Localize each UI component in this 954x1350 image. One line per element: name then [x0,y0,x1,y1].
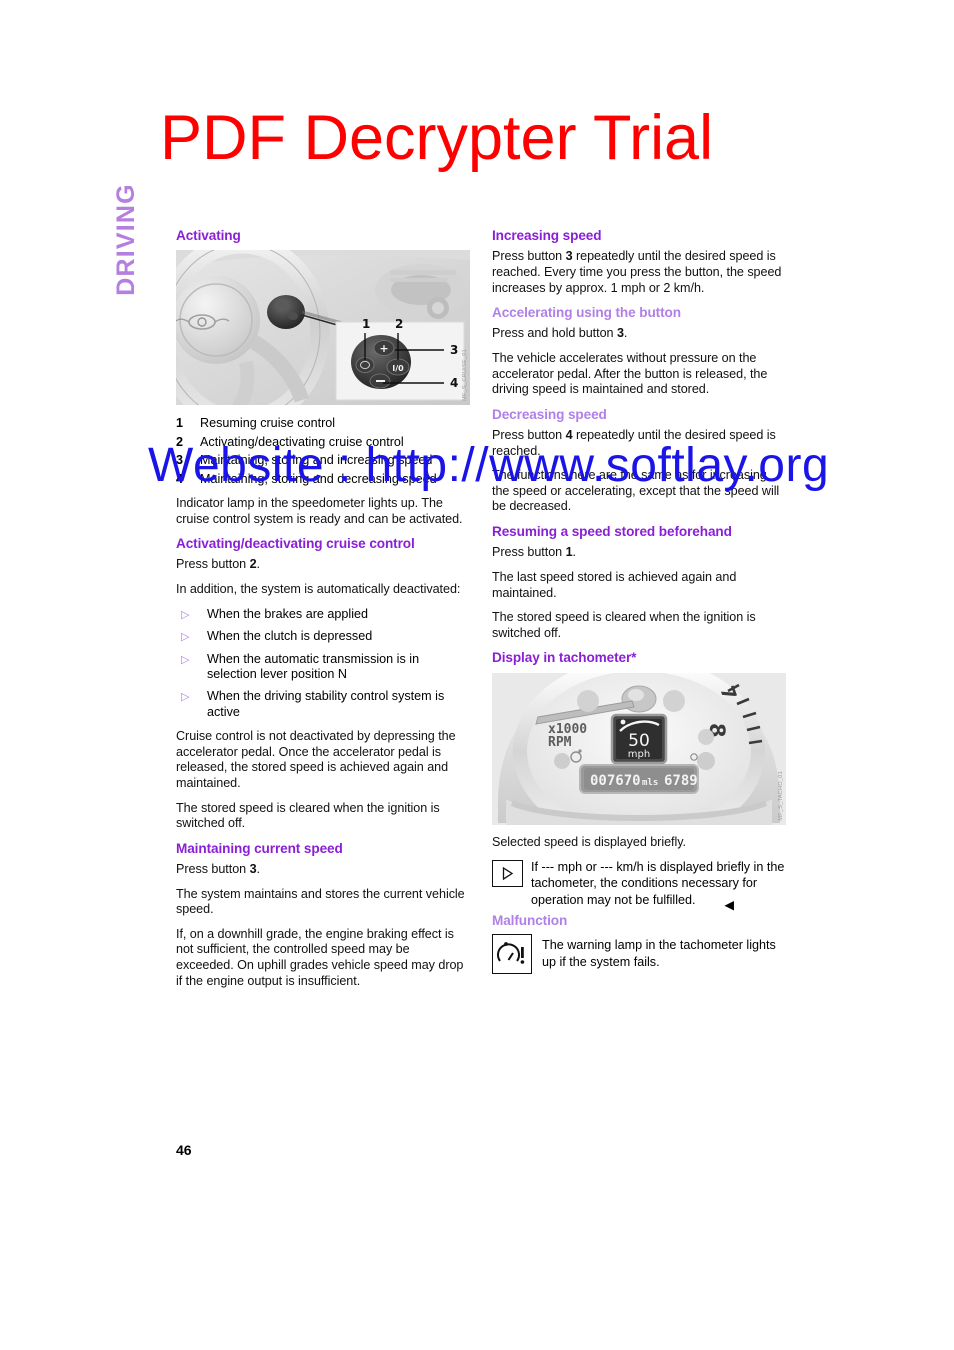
triangle-outline-icon [502,867,514,881]
paragraph-stored-speed-cleared: The stored speed is cleared when the ign… [176,800,440,831]
paragraph-auto-deactivated: In addition, the system is automatically… [176,582,461,597]
text-press-button-pre: Press button [176,557,250,572]
document-page: PDF Decrypter Trial DRIVING Activating +… [0,0,954,1350]
list-item: ▷ When the brakes are applied [176,607,470,624]
cruise-speed-value: 50 [628,731,650,751]
heading-malfunction: Malfunction [492,913,568,929]
paragraph-press-button-2: Press button 2. [176,557,470,573]
tachometer-warning-lamp-icon [492,934,532,975]
odometer-value: 007670 [590,773,641,789]
triangle-bullet-icon: ▷ [181,653,190,666]
svg-text:4: 4 [450,376,458,390]
triangle-bullet-icon: ▷ [181,608,190,621]
paragraph-last-speed-stored: The last speed stored is achieved again … [492,569,737,600]
heading-activating: Activating [176,228,241,243]
button-number-3: 3 [249,862,257,877]
figure-reference-code: MF_S_CRUISE_01 [462,349,468,402]
legend-item: 1 Resuming cruise control [176,415,470,431]
heading-resuming-a-speed-stored-beforehand: Resuming a speed stored beforehand [492,524,732,540]
svg-text:3: 3 [450,343,458,357]
svg-text:+: + [379,342,388,355]
list-item-text: When the driving stability control syste… [207,689,445,719]
paragraph-press-button-1: Press button 1. [492,545,786,561]
paragraph-press-button-3: Press button 3. [176,862,470,878]
paragraph-system-maintains: The system maintains and stores the curr… [176,886,465,917]
figure-steering-wheel-buttons: + I/0 1 2 3 4 MF_S_CRUISE_01 [176,250,470,406]
paragraph-increasing-speed: Press button 3 repeatedly until the desi… [492,249,786,296]
heading-decreasing-speed: Decreasing speed [492,406,607,422]
text-press-button-pre: Press and hold button [492,326,617,341]
cruise-speed-unit: mph [628,749,650,760]
list-item-text: When the automatic transmission is in se… [207,651,420,682]
text-press-button-pre: Press button [492,545,566,560]
steering-wheel-illustration: + I/0 1 2 3 4 [176,250,470,406]
note-text: If --- mph or --- km/h is displayed brie… [531,860,785,907]
heading-increasing-speed: Increasing speed [492,228,602,243]
list-item-text: When the clutch is depressed [207,629,373,644]
cruise-control-pod-on-wheel [267,295,305,330]
list-item: ▷ When the automatic transmission is in … [176,652,470,683]
odometer-unit: mls [642,778,658,788]
button-number-2: 2 [249,557,257,572]
heading-display-in-tachometer: Display in tachometer* [492,650,637,666]
triangle-note-icon [492,860,523,888]
gauge-exclamation-icon [497,942,525,965]
text-press-button-post: . [572,545,577,560]
triangle-bullet-icon: ▷ [181,691,190,703]
text-press-button-post: . [623,326,628,341]
malfunction-warning-block: The warning lamp in the tachometer light… [492,934,786,975]
heading-maintaining-current-speed: Maintaining current speed [176,840,343,856]
text-press-button-post: . [256,557,261,572]
paragraph-indicator-lamp: Indicator lamp in the speedometer lights… [176,495,463,526]
note-block: If --- mph or --- km/h is displayed brie… [492,859,786,908]
list-item: ▷ When the driving stability control sys… [176,689,470,720]
trip-value: 6789 [664,773,698,789]
heading-activating-deactivating-cruise-control: Activating/deactivating cruise control [176,536,415,552]
paragraph-vehicle-accelerates: The vehicle accelerates without pressure… [492,351,768,397]
page-number: 46 [176,1142,192,1158]
paragraph-accelerator-pedal: Cruise control is not deactivated by dep… [176,729,456,790]
paragraph-press-hold-button-3: Press and hold button 3. [492,326,786,342]
svg-text:I/0: I/0 [392,364,404,373]
malfunction-text: The warning lamp in the tachometer light… [542,938,776,970]
chapter-side-tab: DRIVING [96,183,156,395]
heading-accelerating-using-the-button: Accelerating using the button [492,305,681,321]
triangle-bullet-icon: ▷ [181,631,190,644]
right-column: Increasing speed Press button 3 repeated… [492,228,786,975]
svg-text:2: 2 [395,317,403,331]
tachometer-illustration: 8 7 x1000 RPM 50 mph 007670 mls 6789 [492,672,786,825]
list-item: ▷ When the clutch is depressed [176,629,470,646]
watermark-website-url: Website : http://www.softlay.org [148,439,830,492]
left-column: Activating + I/0 1 2 3 4 MF_S_CRUISE_01 … [176,228,470,989]
list-item-text: When the brakes are applied [207,606,369,621]
paragraph-downhill-grade: If, on a downhill grade, the engine brak… [176,926,464,988]
text-press-button-pre: Press button [492,249,566,264]
paragraph-stored-speed-cleared-right: The stored speed is cleared when the ign… [492,610,756,640]
chapter-side-tab-label: DRIVING [111,183,140,296]
text-press-button-post: . [256,862,261,877]
paragraph-selected-speed-displayed: Selected speed is displayed briefly. [492,834,686,849]
watermark-pdf-decrypter-trial: PDF Decrypter Trial [160,103,714,173]
figure-reference-code: MF_S_TACHO_01 [778,771,784,821]
deactivation-conditions-list: ▷ When the brakes are applied ▷ When the… [176,607,470,721]
legend-number: 1 [176,416,184,431]
rpm-label-line2: RPM [548,735,572,750]
legend-text: Resuming cruise control [200,416,336,431]
svg-text:1: 1 [362,317,370,331]
button-number-3: 3 [616,326,624,341]
button-number-1: 1 [565,545,573,560]
button-number-3: 3 [565,249,573,264]
figure-tachometer-display: 8 7 x1000 RPM 50 mph 007670 mls 6789 MF_… [492,672,786,825]
text-press-button-pre: Press button [176,862,250,877]
